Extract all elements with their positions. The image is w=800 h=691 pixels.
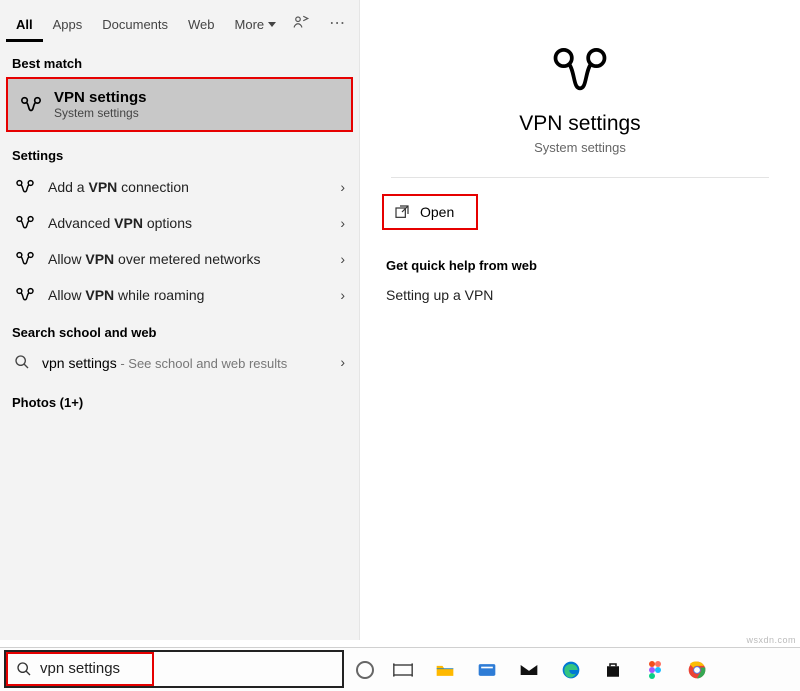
tab-apps[interactable]: Apps <box>43 5 93 42</box>
search-icon <box>14 354 30 370</box>
mail-icon[interactable] <box>518 659 540 681</box>
tab-documents[interactable]: Documents <box>92 5 178 42</box>
preview-pane: VPN settings System settings Open Get qu… <box>360 0 800 640</box>
search-icon <box>16 661 32 677</box>
task-view-icon[interactable] <box>392 659 414 681</box>
app-icon[interactable] <box>476 659 498 681</box>
preview-subtitle: System settings <box>534 140 626 155</box>
vpn-icon <box>14 251 36 267</box>
web-suggestion[interactable]: vpn settings - See school and web result… <box>0 346 359 381</box>
list-item-label: Add a VPN connection <box>48 179 189 195</box>
settings-item-advanced-vpn[interactable]: Advanced VPN options › <box>0 205 359 241</box>
vpn-icon <box>14 287 36 303</box>
vpn-icon <box>14 179 36 195</box>
best-match-title: VPN settings <box>54 89 147 106</box>
file-explorer-icon[interactable] <box>434 659 456 681</box>
chevron-right-icon: › <box>340 251 345 267</box>
vpn-icon <box>14 215 36 231</box>
chevron-down-icon <box>268 22 276 27</box>
feedback-icon[interactable] <box>286 8 316 38</box>
watermark: wsxdn.com <box>746 635 796 645</box>
open-icon <box>394 204 410 220</box>
photos-header[interactable]: Photos (1+) <box>0 381 359 424</box>
tab-more[interactable]: More <box>225 5 287 42</box>
figma-icon[interactable] <box>644 659 666 681</box>
chrome-icon[interactable] <box>686 659 708 681</box>
more-options-icon[interactable]: ⋯ <box>322 8 352 38</box>
search-web-header: Search school and web <box>0 313 359 346</box>
taskbar-search[interactable]: vpn settings <box>4 650 344 688</box>
vpn-large-icon <box>552 46 608 98</box>
list-item-label: Advanced VPN options <box>48 215 192 231</box>
list-item-label: Allow VPN while roaming <box>48 287 204 303</box>
search-filter-tabs: All Apps Documents Web More ⋯ <box>0 0 359 46</box>
search-query-text: vpn settings <box>40 660 120 677</box>
taskbar: vpn settings <box>0 647 800 691</box>
chevron-right-icon: › <box>340 179 345 195</box>
settings-item-add-vpn[interactable]: Add a VPN connection › <box>0 169 359 205</box>
vpn-icon <box>20 95 42 115</box>
settings-header: Settings <box>0 138 359 169</box>
open-label: Open <box>420 204 454 220</box>
chevron-right-icon: › <box>340 354 345 370</box>
best-match-header: Best match <box>0 46 359 77</box>
cortana-icon[interactable] <box>356 661 374 679</box>
divider <box>391 177 769 178</box>
open-button[interactable]: Open <box>382 194 478 230</box>
web-suggestion-text: vpn settings - See school and web result… <box>42 354 287 373</box>
list-item-label: Allow VPN over metered networks <box>48 251 260 267</box>
settings-item-vpn-metered[interactable]: Allow VPN over metered networks › <box>0 241 359 277</box>
best-match-result[interactable]: VPN settings System settings <box>6 77 353 132</box>
preview-title: VPN settings <box>519 112 640 136</box>
best-match-subtitle: System settings <box>54 106 147 120</box>
chevron-right-icon: › <box>340 215 345 231</box>
tab-all[interactable]: All <box>6 5 43 42</box>
settings-item-vpn-roaming[interactable]: Allow VPN while roaming › <box>0 277 359 313</box>
tab-web[interactable]: Web <box>178 5 225 42</box>
quick-help-header: Get quick help from web <box>386 258 537 273</box>
edge-icon[interactable] <box>560 659 582 681</box>
store-icon[interactable] <box>602 659 624 681</box>
chevron-right-icon: › <box>340 287 345 303</box>
quick-help-link[interactable]: Setting up a VPN <box>386 287 493 303</box>
